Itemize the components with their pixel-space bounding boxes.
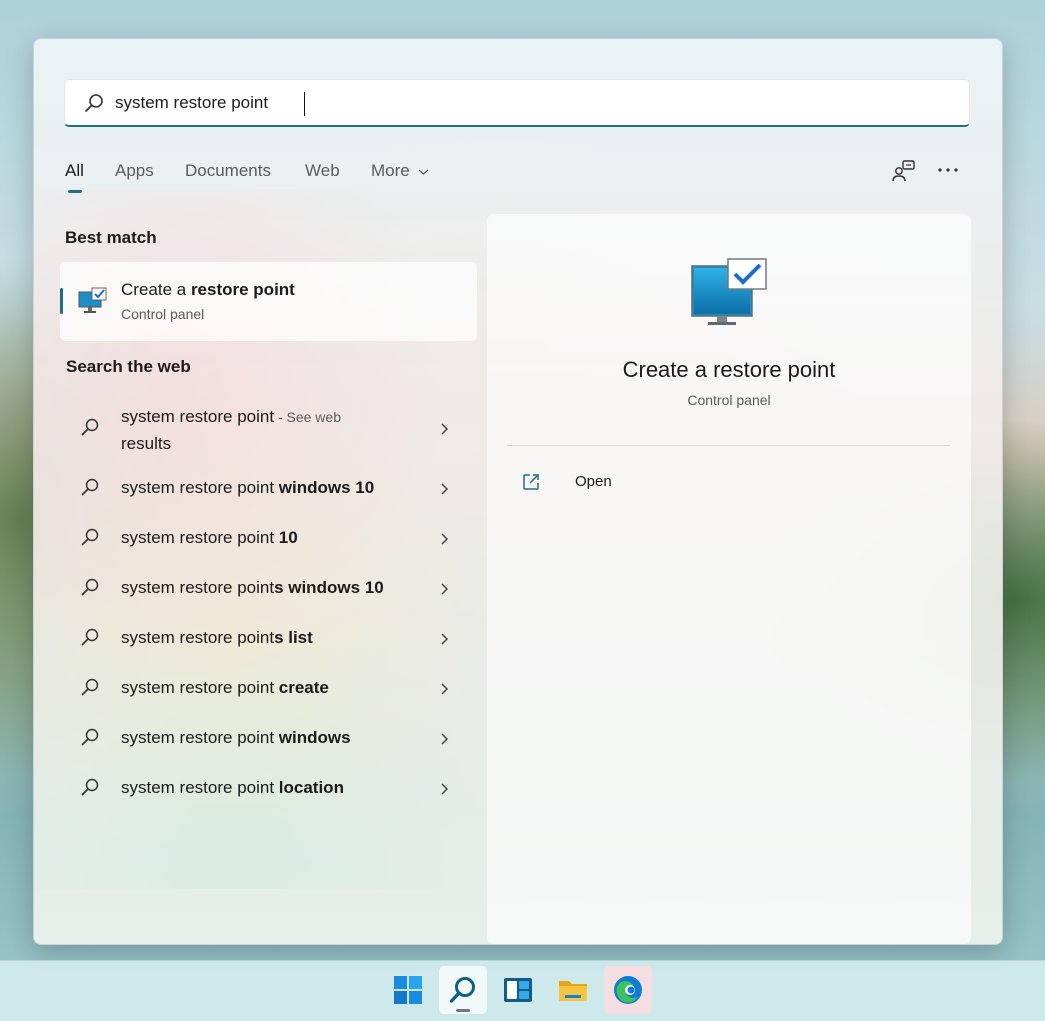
chevron-down-icon (419, 168, 429, 175)
search-icon (83, 92, 105, 114)
chevron-right-icon (439, 632, 451, 646)
preview-pane: Create a restore point Control panel Ope… (487, 214, 971, 944)
chevron-right-icon (439, 422, 451, 436)
chevron-right-icon (439, 582, 451, 596)
search-icon (80, 477, 100, 497)
start-search-panel: All Apps Documents Web More Best match C… (33, 38, 1003, 945)
tab-web[interactable]: Web (305, 161, 340, 181)
search-box[interactable] (64, 79, 970, 127)
file-explorer-button[interactable] (549, 966, 597, 1014)
active-tab-indicator (68, 190, 82, 193)
web-result-item[interactable]: system restore points windows 10 (60, 576, 477, 600)
web-result-item[interactable]: system restore point 10 (60, 526, 477, 550)
tab-all[interactable]: All (65, 161, 84, 181)
widgets-icon (504, 978, 532, 1002)
chevron-right-icon (439, 732, 451, 746)
open-label: Open (575, 473, 612, 490)
search-web-heading: Search the web (66, 357, 191, 376)
widgets-button[interactable] (494, 966, 542, 1014)
search-input[interactable] (115, 88, 935, 118)
web-result-item[interactable]: system restore points list (60, 626, 477, 650)
more-options-icon[interactable] (934, 158, 962, 186)
file-explorer-icon (559, 981, 587, 1001)
start-button[interactable] (384, 966, 432, 1014)
web-result-item[interactable]: system restore point create (60, 676, 477, 700)
tab-more-label: More (371, 161, 410, 180)
monitor-checkmark-icon (690, 258, 770, 328)
web-result-text-cont: results (121, 434, 172, 453)
monitor-checkmark-icon (78, 286, 108, 316)
web-result-text: system restore point windows 10 (121, 478, 375, 497)
preview-subtitle: Control panel (687, 392, 771, 408)
web-result-item[interactable]: system restore point - See web results (60, 404, 477, 454)
web-result-text: system restore point - See web (121, 407, 341, 426)
taskbar-search-button[interactable] (439, 966, 487, 1014)
active-app-indicator (456, 1009, 470, 1012)
tab-documents[interactable]: Documents (185, 161, 271, 181)
best-match-subtitle: Control panel (121, 306, 205, 322)
search-icon (80, 727, 100, 747)
preview-title: Create a restore point (622, 357, 836, 382)
text-cursor (304, 92, 305, 116)
best-match-heading: Best match (65, 228, 157, 247)
edge-button[interactable] (604, 966, 652, 1014)
search-icon (449, 977, 475, 1003)
taskbar (0, 960, 1045, 1021)
chevron-right-icon (439, 682, 451, 696)
web-result-item[interactable]: system restore point location (60, 776, 477, 800)
web-result-text: system restore points list (121, 628, 313, 647)
web-result-text: system restore point create (121, 678, 329, 697)
chevron-right-icon (439, 782, 451, 796)
divider (507, 445, 950, 446)
web-result-text: system restore points windows 10 (121, 578, 384, 597)
search-icon (80, 627, 100, 647)
chevron-right-icon (439, 532, 451, 546)
feedback-icon[interactable] (890, 158, 918, 186)
best-match-result[interactable]: Create a restore point Control panel (60, 262, 477, 341)
web-result-item[interactable]: system restore point windows (60, 726, 477, 750)
chevron-right-icon (439, 482, 451, 496)
web-result-text: system restore point 10 (121, 528, 298, 547)
tab-more[interactable]: More (371, 161, 429, 181)
search-icon (80, 777, 100, 797)
selection-indicator (60, 288, 63, 314)
web-result-item[interactable]: system restore point windows 10 (60, 476, 477, 500)
search-icon (80, 577, 100, 597)
best-match-title: Create a restore point (121, 280, 295, 299)
tab-apps[interactable]: Apps (115, 161, 154, 181)
search-icon (80, 527, 100, 547)
web-result-text: system restore point windows (121, 728, 351, 747)
open-external-icon (521, 472, 541, 492)
edge-icon (614, 976, 642, 1004)
search-icon (80, 417, 100, 437)
start-icon (394, 976, 422, 1004)
search-icon (80, 677, 100, 697)
web-result-text: system restore point location (121, 778, 344, 797)
